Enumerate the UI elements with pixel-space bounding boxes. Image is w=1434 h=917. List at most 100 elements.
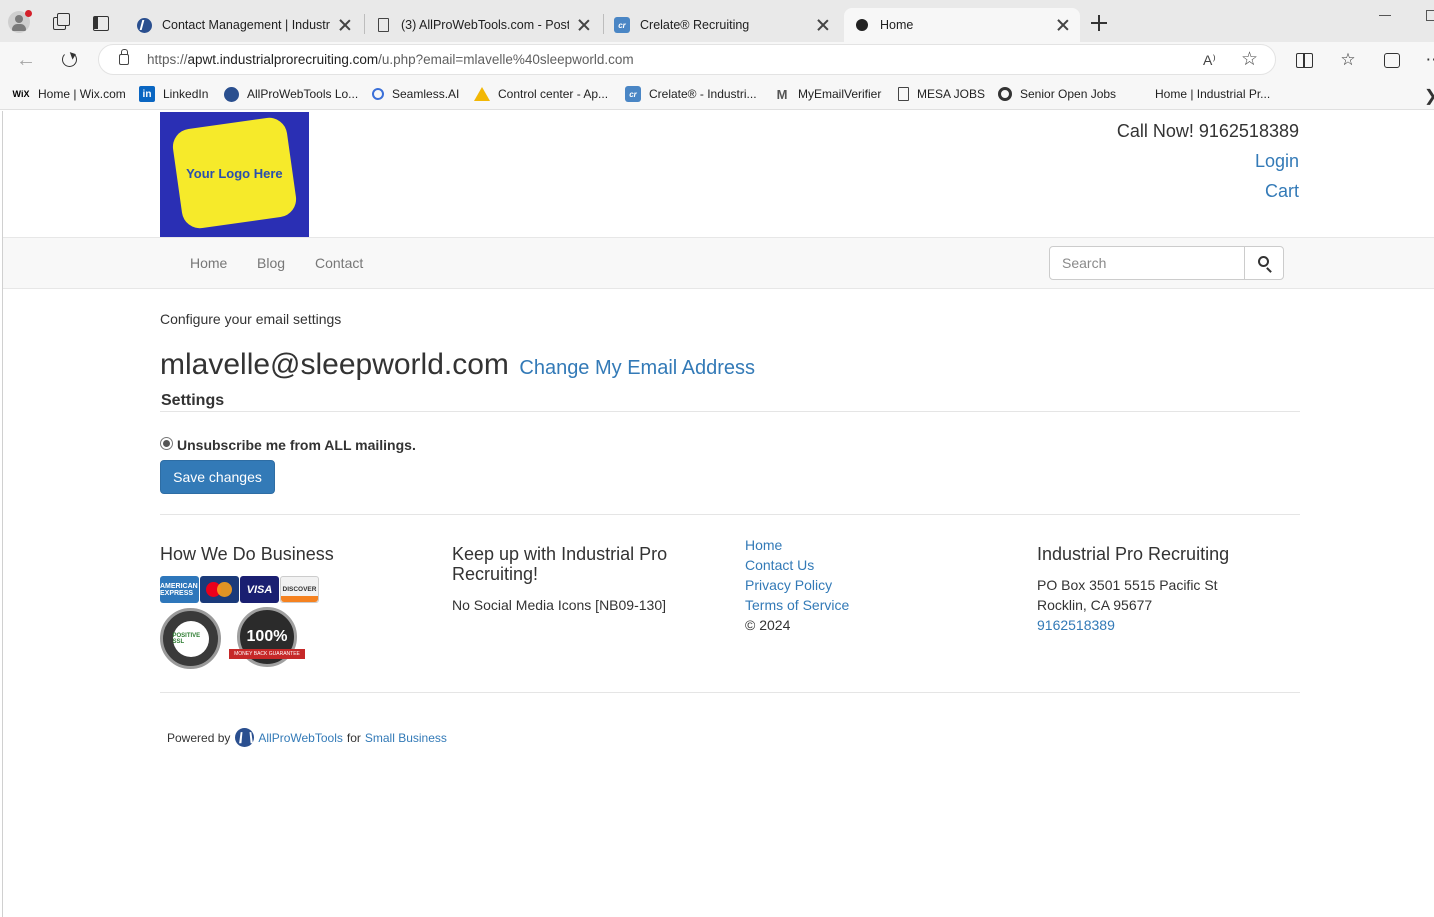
settings-heading: Settings xyxy=(161,392,225,409)
address-line-2: Rocklin, CA 95677 xyxy=(1037,597,1153,613)
warning-icon xyxy=(474,87,490,101)
social-media-text: No Social Media Icons [NB09-130] xyxy=(452,597,666,613)
search-button[interactable] xyxy=(1244,246,1284,280)
divider xyxy=(160,411,1300,412)
bookmark-label: LinkedIn xyxy=(163,87,209,101)
close-icon[interactable] xyxy=(338,18,352,32)
globe-icon xyxy=(224,86,239,102)
allprowebtools-link[interactable]: AllProWebTools xyxy=(258,731,342,745)
small-business-link[interactable]: Small Business xyxy=(365,731,447,745)
document-icon xyxy=(375,17,391,33)
web-page: Your Logo Here Call Now! 9162518389 Logi… xyxy=(2,111,1434,917)
allprowebtools-logo-icon xyxy=(235,728,255,747)
browser-tabstrip: Contact Management | Industrial (3) AllP… xyxy=(0,0,1434,42)
positive-ssl-seal: POSITIVE SSL xyxy=(160,608,221,669)
favorite-star-icon[interactable]: ☆ xyxy=(1241,48,1258,71)
bookmark-wix[interactable]: WiX Home | Wix.com xyxy=(12,85,126,103)
linkedin-icon: in xyxy=(139,86,155,102)
footer-phone-link[interactable]: 9162518389 xyxy=(1037,615,1115,635)
nav-blog[interactable]: Blog xyxy=(257,255,285,271)
search-icon xyxy=(372,88,384,100)
tab-allprowebtools[interactable]: (3) AllProWebTools.com - Post a xyxy=(365,8,601,42)
tab-actions-icon[interactable] xyxy=(93,16,109,31)
footer-link-home[interactable]: Home xyxy=(745,535,782,555)
tab-home[interactable]: Home xyxy=(844,8,1080,42)
payment-cards: AMERICAN EXPRESS VISA DISCOVER xyxy=(160,576,319,603)
site-logo[interactable]: Your Logo Here xyxy=(160,112,309,237)
tab-title: Contact Management | Industrial xyxy=(162,18,330,32)
cart-link[interactable]: Cart xyxy=(1265,181,1299,202)
copyright-text: © 2024 xyxy=(745,617,791,633)
more-icon[interactable]: ⋯ xyxy=(1424,50,1434,70)
footer-heading-company: Industrial Pro Recruiting xyxy=(1037,544,1230,564)
powered-by: Powered by AllProWebTools for Small Busi… xyxy=(167,728,447,747)
unsubscribe-label[interactable]: Unsubscribe me from ALL mailings. xyxy=(177,437,416,453)
bookmark-home-industrial[interactable]: Home | Industrial Pr... xyxy=(1155,85,1270,103)
footer-link-privacy[interactable]: Privacy Policy xyxy=(745,575,832,595)
wix-icon: WiX xyxy=(12,89,30,99)
nav-home[interactable]: Home xyxy=(190,255,227,271)
close-icon[interactable] xyxy=(1056,18,1070,32)
tab-crelate[interactable]: cr Crelate® Recruiting xyxy=(604,8,840,42)
collections-icon[interactable] xyxy=(1382,50,1402,70)
money-back-guarantee-seal: 100% MONEY BACK GUARANTEE xyxy=(229,607,305,669)
close-icon[interactable] xyxy=(816,18,830,32)
new-tab-icon[interactable] xyxy=(1090,14,1108,32)
search-input[interactable] xyxy=(1049,246,1245,280)
bookmark-allprowebtools[interactable]: AllProWebTools Lo... xyxy=(224,85,358,103)
workspaces-icon[interactable] xyxy=(51,12,70,30)
bookmark-senior-open-jobs[interactable]: Senior Open Jobs xyxy=(998,85,1116,103)
bookmark-label: Crelate® - Industri... xyxy=(649,87,757,101)
bookmark-control-center[interactable]: Control center - Ap... xyxy=(474,85,608,103)
bookmark-linkedin[interactable]: in LinkedIn xyxy=(139,85,208,103)
tab-title: Crelate® Recruiting xyxy=(640,18,750,32)
bookmark-label: Control center - Ap... xyxy=(498,87,609,101)
footer-link-contact-us[interactable]: Contact Us xyxy=(745,555,814,575)
tab-contact-management[interactable]: Contact Management | Industrial xyxy=(126,8,362,42)
github-icon xyxy=(854,17,870,33)
bookmark-mesa-jobs[interactable]: MESA JOBS xyxy=(898,85,985,103)
save-changes-button[interactable]: Save changes xyxy=(160,460,275,494)
amex-card-icon: AMERICAN EXPRESS xyxy=(160,576,199,603)
crelate-icon: cr xyxy=(614,17,630,33)
email-address: mlavelle@sleepworld.com xyxy=(160,348,509,381)
bookmark-seamless[interactable]: Seamless.AI xyxy=(372,85,459,103)
address-bar[interactable]: https://apwt.industrialprorecruiting.com… xyxy=(98,44,1276,75)
maximize-icon[interactable] xyxy=(1426,10,1434,21)
bookmark-label: Seamless.AI xyxy=(392,87,460,101)
bookmark-myemailverifier[interactable]: M MyEmailVerifier xyxy=(774,85,882,103)
read-aloud-icon[interactable]: A⁾ xyxy=(1203,52,1216,69)
reload-icon[interactable] xyxy=(60,49,80,69)
favorites-icon[interactable]: ☆ xyxy=(1338,50,1358,70)
bookmark-crelate[interactable]: cr Crelate® - Industri... xyxy=(625,85,757,103)
powered-middle: for xyxy=(346,730,361,745)
chevron-right-icon[interactable]: ❯ xyxy=(1424,86,1434,106)
profile-avatar-icon[interactable] xyxy=(8,10,32,33)
globe-icon xyxy=(136,17,152,33)
m-icon: M xyxy=(776,86,788,102)
nav-contact[interactable]: Contact xyxy=(315,255,363,271)
logo-badge: Your Logo Here xyxy=(170,115,299,231)
bookmark-label: Home | Wix.com xyxy=(38,87,126,101)
browser-toolbar: ← https://apwt.industrialprorecruiting.c… xyxy=(0,42,1434,78)
footer-link-terms[interactable]: Terms of Service xyxy=(745,595,849,615)
back-arrow-icon[interactable]: ← xyxy=(16,50,36,70)
bookmark-label: Senior Open Jobs xyxy=(1020,87,1117,101)
change-email-link[interactable]: Change My Email Address xyxy=(519,357,755,379)
call-now-text: Call Now! 9162518389 xyxy=(1116,121,1299,141)
configure-text: Configure your email settings xyxy=(160,311,342,327)
mastercard-icon xyxy=(200,576,239,603)
divider xyxy=(160,514,1300,515)
discover-card-icon: DISCOVER xyxy=(280,576,319,603)
site-navbar: Home Blog Contact xyxy=(3,237,1434,289)
ring-icon xyxy=(998,87,1012,101)
minimize-icon[interactable] xyxy=(1379,15,1391,16)
powered-prefix: Powered by xyxy=(167,730,231,745)
lock-icon[interactable] xyxy=(119,49,129,65)
login-link[interactable]: Login xyxy=(1255,151,1299,172)
visa-card-icon: VISA xyxy=(240,576,279,603)
close-icon[interactable] xyxy=(577,18,591,32)
url-text[interactable]: https://apwt.industrialprorecruiting.com… xyxy=(147,52,634,67)
unsubscribe-radio[interactable] xyxy=(160,437,173,450)
split-screen-icon[interactable] xyxy=(1294,50,1314,70)
